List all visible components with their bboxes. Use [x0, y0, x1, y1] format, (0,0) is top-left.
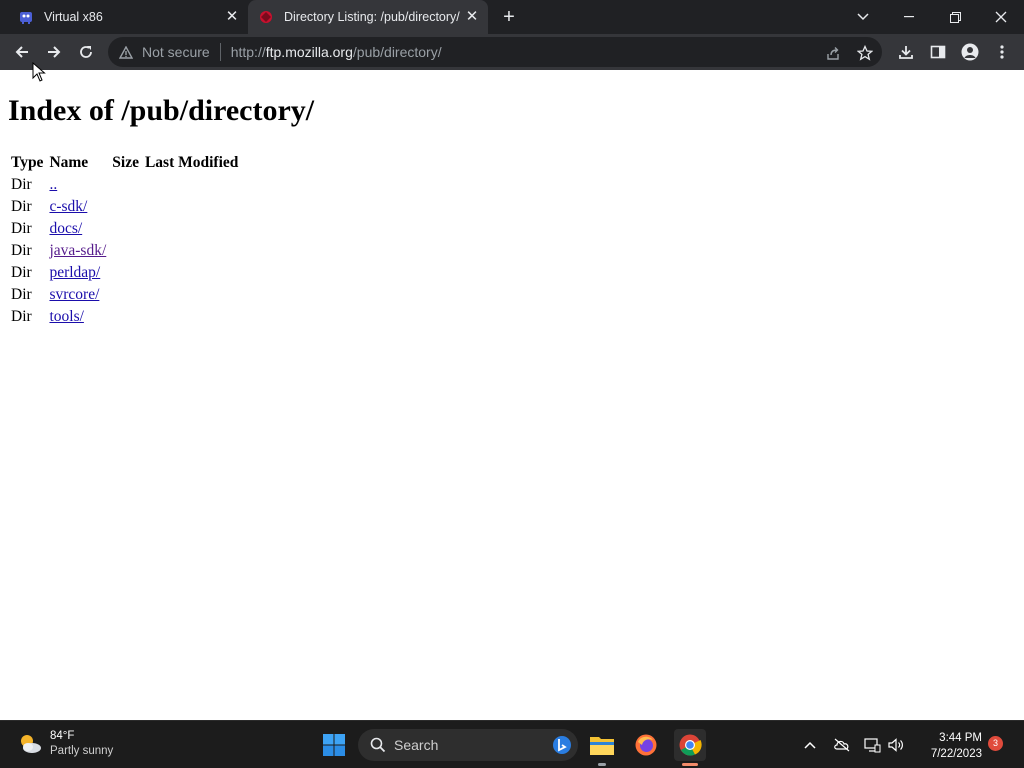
directory-link-docs[interactable]: docs/	[49, 220, 82, 237]
new-tab-button[interactable]: +	[498, 7, 520, 29]
taskbar-search-box[interactable]: Search	[358, 729, 578, 761]
tab-title: Virtual x86	[44, 10, 103, 24]
row-type: Dir	[11, 308, 32, 325]
table-row: Dir docs/	[11, 218, 241, 240]
weather-temperature: 84°F	[50, 730, 75, 742]
profile-avatar-icon[interactable]	[956, 38, 984, 66]
clock-date: 7/22/2023	[930, 748, 982, 760]
close-tab-icon[interactable]: ✕	[224, 9, 240, 25]
directory-link-perldap[interactable]: perldap/	[49, 264, 100, 281]
close-window-button[interactable]	[978, 0, 1024, 34]
search-label: Search	[394, 737, 439, 753]
mouse-cursor-icon	[32, 62, 46, 82]
table-row: Dir java-sdk/	[11, 240, 241, 262]
chrome-icon[interactable]	[674, 729, 706, 761]
table-row: Dir tools/	[11, 306, 241, 328]
restore-button[interactable]	[932, 0, 978, 34]
windows-taskbar: 84°F Partly sunny Search 3:44 PM 7/22/20…	[0, 720, 1024, 768]
address-bar[interactable]: Not secure http://ftp.mozilla.org/pub/di…	[108, 37, 882, 67]
volume-icon[interactable]	[884, 733, 908, 757]
security-label[interactable]: Not secure	[142, 44, 210, 60]
url-scheme: http://	[230, 44, 266, 60]
mozilla-favicon-icon	[258, 9, 274, 25]
search-icon	[370, 737, 386, 753]
browser-toolbar: Not secure http://ftp.mozilla.org/pub/di…	[0, 34, 1024, 70]
directory-link-svrcore[interactable]: svrcore/	[49, 286, 99, 303]
column-header-last-modified: Last Modified	[144, 154, 239, 171]
partly-sunny-icon	[21, 735, 41, 753]
directory-link-tools[interactable]: tools/	[49, 308, 83, 325]
virtual-x86-favicon-icon	[18, 9, 34, 25]
table-row: Dir ..	[11, 174, 241, 196]
weather-condition: Partly sunny	[50, 745, 114, 757]
table-row: Dir perldap/	[11, 262, 241, 284]
share-icon[interactable]	[824, 44, 842, 62]
parent-directory-link[interactable]: ..	[49, 176, 57, 193]
downloads-icon[interactable]	[892, 38, 920, 66]
row-type: Dir	[11, 286, 32, 303]
url-host: ftp.mozilla.org	[265, 44, 353, 60]
close-tab-icon[interactable]: ✕	[464, 9, 480, 25]
url-path: /pub/directory/	[352, 44, 442, 60]
directory-link-java-sdk[interactable]: java-sdk/	[49, 242, 106, 259]
show-hidden-icons-chevron-icon[interactable]	[798, 733, 822, 757]
page-title: Index of /pub/directory/	[8, 94, 315, 127]
menu-kebab-icon[interactable]	[988, 38, 1016, 66]
tab-virtual-x86[interactable]: Virtual x86 ✕	[8, 0, 248, 34]
table-row: Dir c-sdk/	[11, 196, 241, 218]
tab-search-chevron-icon[interactable]	[840, 0, 886, 34]
table-row: Dir svrcore/	[11, 284, 241, 306]
tab-strip: Virtual x86 ✕ Directory Listing: /pub/di…	[0, 0, 1024, 34]
bookmark-star-icon[interactable]	[856, 44, 874, 62]
chrome-active-indicator	[682, 763, 698, 766]
weather-widget[interactable]: 84°F Partly sunny	[16, 729, 113, 759]
row-type: Dir	[11, 176, 32, 193]
tab-title: Directory Listing: /pub/directory/	[284, 10, 460, 24]
directory-table: Type Name Size Last Modified Dir .. Dir …	[8, 152, 244, 328]
reload-button[interactable]	[72, 38, 100, 66]
table-header-row: Type Name Size Last Modified	[11, 152, 241, 174]
network-icon[interactable]	[860, 733, 884, 757]
bing-chat-icon[interactable]	[552, 735, 572, 755]
column-header-size: Size	[112, 154, 139, 171]
clock-time: 3:44 PM	[939, 732, 982, 744]
directory-link-c-sdk[interactable]: c-sdk/	[49, 198, 87, 215]
file-explorer-icon[interactable]	[586, 729, 618, 761]
minimize-button[interactable]	[886, 0, 932, 34]
side-panel-icon[interactable]	[924, 38, 952, 66]
firefox-icon[interactable]	[630, 729, 662, 761]
onedrive-offline-icon[interactable]	[830, 733, 854, 757]
row-type: Dir	[11, 220, 32, 237]
system-clock[interactable]: 3:44 PM 7/22/2023	[916, 730, 982, 762]
row-type: Dir	[11, 242, 32, 259]
page-content: Index of /pub/directory/ Type Name Size …	[0, 70, 1024, 720]
file-explorer-running-indicator	[598, 763, 606, 766]
row-type: Dir	[11, 198, 32, 215]
start-windows-icon[interactable]	[318, 729, 350, 761]
column-header-name: Name	[49, 154, 89, 171]
row-type: Dir	[11, 264, 32, 281]
tab-directory-listing[interactable]: Directory Listing: /pub/directory/ ✕	[248, 0, 488, 34]
omnibox-divider	[219, 43, 221, 61]
notification-badge[interactable]: 3	[988, 736, 1003, 751]
not-secure-warning-icon[interactable]	[118, 44, 134, 60]
column-header-type: Type	[11, 154, 44, 171]
url-text[interactable]: http://ftp.mozilla.org/pub/directory/	[231, 44, 442, 60]
